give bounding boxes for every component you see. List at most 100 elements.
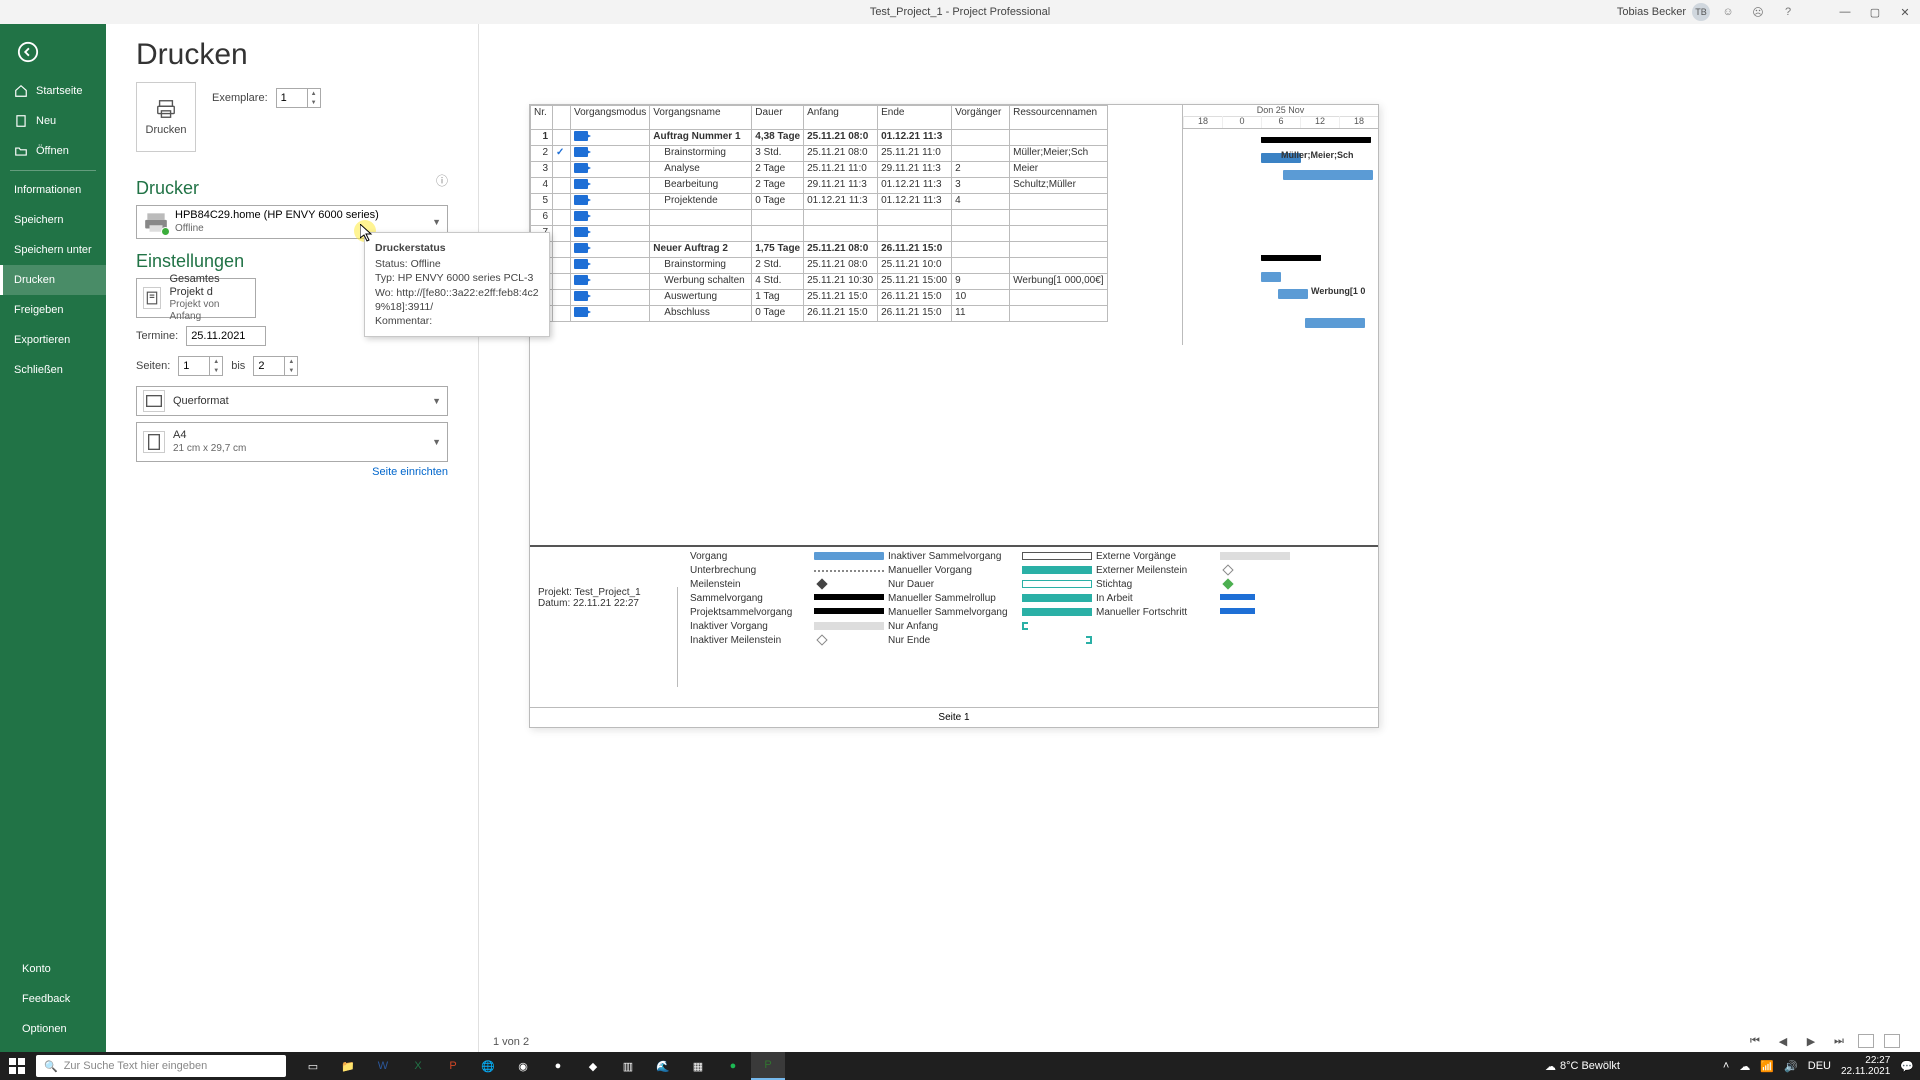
help-icon[interactable]: ?: [1776, 0, 1800, 24]
legend-symbol: [1220, 566, 1290, 576]
tooltip-status: Status: Offline: [375, 257, 539, 271]
table-row: 1 Auftrag Nummer 14,38 Tage25.11.21 08:0…: [531, 130, 1108, 146]
spin-up-icon[interactable]: ▲: [308, 89, 320, 98]
project-icon[interactable]: P: [751, 1052, 785, 1080]
task-view-icon[interactable]: ▭: [296, 1052, 330, 1080]
table-header: Vorgangsname: [650, 106, 752, 130]
legend-label: Nur Dauer: [888, 579, 1018, 590]
notifications-icon[interactable]: 💬: [1900, 1060, 1914, 1073]
orientation-selector[interactable]: Querformat ▼: [136, 386, 448, 416]
spotify-icon[interactable]: ●: [716, 1052, 750, 1080]
edge-legacy-icon[interactable]: 🌐: [471, 1052, 505, 1080]
zoom-fit-button[interactable]: [1858, 1034, 1874, 1048]
print-scope-selector[interactable]: Gesamtes Projekt d Projekt von Anfang: [136, 278, 256, 318]
table-header: [553, 106, 571, 130]
page-to-spinner[interactable]: ▲▼: [253, 356, 298, 376]
help-face-icon[interactable]: ☹: [1746, 0, 1770, 24]
legend-label: Externer Meilenstein: [1096, 565, 1216, 576]
sidebar-item-export[interactable]: Exportieren: [0, 325, 106, 355]
legend-label: Nur Ende: [888, 635, 1018, 646]
legend: Projekt: Test_Project_1 Datum: 22.11.21 …: [530, 545, 1378, 705]
start-button[interactable]: [0, 1052, 34, 1080]
paper-name: A4: [173, 429, 246, 442]
sidebar-item-home[interactable]: Startseite: [0, 76, 106, 106]
task-mode-icon: [574, 243, 588, 253]
sidebar-item-close[interactable]: Schließen: [0, 355, 106, 385]
copies-input[interactable]: [277, 89, 307, 107]
first-page-button[interactable]: ⏮: [1746, 1032, 1764, 1050]
legend-symbol: [814, 622, 884, 632]
obs-icon[interactable]: ●: [541, 1052, 575, 1080]
user-avatar[interactable]: TB: [1692, 3, 1710, 21]
maximize-button[interactable]: ▢: [1860, 0, 1890, 24]
next-page-button[interactable]: ▶: [1802, 1032, 1820, 1050]
open-icon: [14, 144, 28, 158]
printer-status-tooltip: Druckerstatus Status: Offline Typ: HP EN…: [364, 232, 550, 337]
sidebar-item-share[interactable]: Freigeben: [0, 295, 106, 325]
legend-symbol: [1022, 566, 1092, 576]
word-icon[interactable]: W: [366, 1052, 400, 1080]
gantt-task-bar: [1283, 170, 1373, 180]
spin-down-icon[interactable]: ▼: [308, 98, 320, 107]
powerpoint-icon[interactable]: P: [436, 1052, 470, 1080]
excel-icon[interactable]: X: [401, 1052, 435, 1080]
legend-symbol: [1220, 580, 1290, 590]
table-row: 2✓ Brainstorming3 Std.25.11.21 08:025.11…: [531, 146, 1108, 162]
sidebar-item-feedback[interactable]: Feedback: [0, 984, 106, 1014]
sidebar-item-print[interactable]: Drucken: [0, 265, 106, 295]
zoom-page-button[interactable]: [1884, 1034, 1900, 1048]
smile-icon[interactable]: ☺: [1716, 0, 1740, 24]
sidebar-item-account[interactable]: Konto: [0, 954, 106, 984]
prev-page-button[interactable]: ◀: [1774, 1032, 1792, 1050]
table-header: Anfang: [804, 106, 878, 130]
language-indicator[interactable]: DEU: [1808, 1060, 1831, 1072]
volume-icon[interactable]: 🔊: [1784, 1060, 1798, 1073]
landscape-icon: [143, 390, 165, 412]
gantt-task-bar: [1278, 289, 1308, 299]
date-from-input[interactable]: [186, 326, 266, 346]
sidebar-item-options[interactable]: Optionen: [0, 1014, 106, 1044]
user-name[interactable]: Tobias Becker: [1617, 6, 1686, 18]
tray-chevron-icon[interactable]: ˄: [1723, 1060, 1729, 1072]
task-mode-icon: [574, 195, 588, 205]
explorer-icon[interactable]: 📁: [331, 1052, 365, 1080]
edge-icon[interactable]: 🌊: [646, 1052, 680, 1080]
sidebar-item-new[interactable]: Neu: [0, 106, 106, 136]
legend-label: Meilenstein: [690, 579, 810, 590]
onedrive-icon[interactable]: ☁: [1739, 1060, 1750, 1073]
taskbar-search[interactable]: 🔍 Zur Suche Text hier eingeben: [36, 1055, 286, 1077]
gantt-task-bar: [1305, 318, 1365, 328]
table-header: Ressourcennamen: [1010, 106, 1107, 130]
legend-label: Manueller Fortschritt: [1096, 607, 1216, 618]
last-page-button[interactable]: ⏭: [1830, 1032, 1848, 1050]
page-setup-link[interactable]: Seite einrichten: [136, 466, 448, 478]
weather-icon: ☁: [1545, 1060, 1556, 1073]
close-button[interactable]: ✕: [1890, 0, 1920, 24]
wifi-icon[interactable]: 📶: [1760, 1060, 1774, 1073]
sidebar-item-save[interactable]: Speichern: [0, 205, 106, 235]
app-icon[interactable]: ▥: [611, 1052, 645, 1080]
legend-symbol: [1022, 594, 1092, 604]
back-button[interactable]: [8, 32, 48, 72]
tooltip-comment: Kommentar:: [375, 314, 539, 328]
sidebar-item-info[interactable]: Informationen: [0, 175, 106, 205]
copies-spinner[interactable]: ▲▼: [276, 88, 321, 108]
clock[interactable]: 22:27 22.11.2021: [1841, 1055, 1890, 1077]
chrome-icon[interactable]: ◉: [506, 1052, 540, 1080]
preview-page: Nr.VorgangsmodusVorgangsnameDauerAnfangE…: [529, 104, 1379, 728]
app-icon[interactable]: ◆: [576, 1052, 610, 1080]
document-icon: [143, 287, 161, 309]
weather-widget[interactable]: ☁ 8°C Bewölkt: [1545, 1060, 1620, 1073]
gantt-summary-bar: [1261, 137, 1371, 143]
app-icon[interactable]: ▦: [681, 1052, 715, 1080]
legend-label: Inaktiver Sammelvorgang: [888, 551, 1018, 562]
minimize-button[interactable]: —: [1830, 0, 1860, 24]
paper-size-selector[interactable]: A4 21 cm x 29,7 cm ▼: [136, 422, 448, 462]
print-button[interactable]: Drucken: [136, 82, 196, 152]
page-from-spinner[interactable]: ▲▼: [178, 356, 223, 376]
search-icon: 🔍: [44, 1060, 58, 1073]
table-header: Vorgänger: [952, 106, 1010, 130]
printer-info-icon[interactable]: ⓘ: [436, 172, 448, 189]
sidebar-item-saveas[interactable]: Speichern unter: [0, 235, 106, 265]
sidebar-item-open[interactable]: Öffnen: [0, 136, 106, 166]
